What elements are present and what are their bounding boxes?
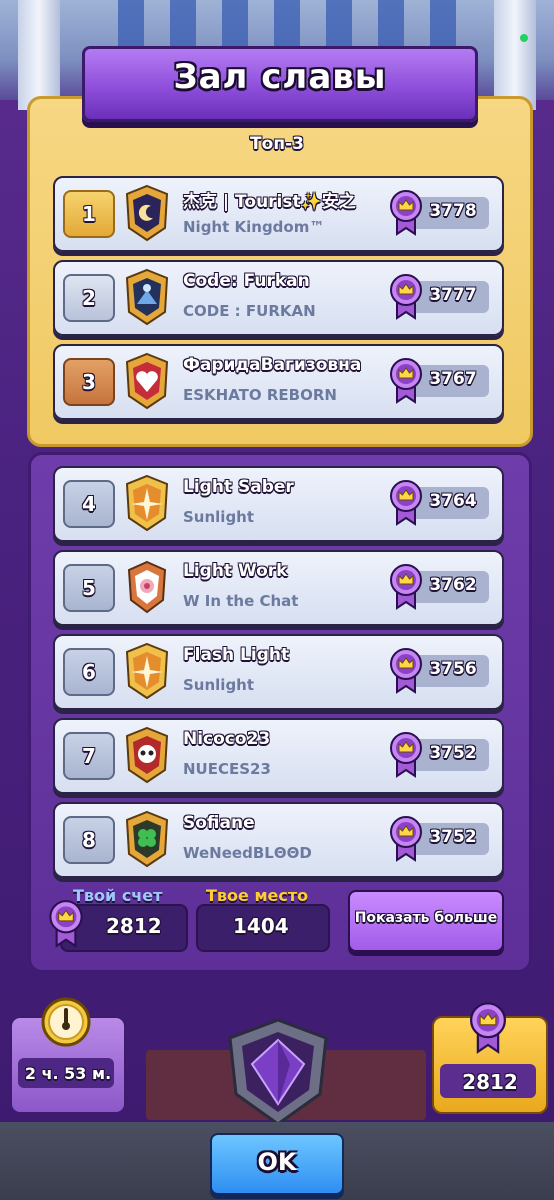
player-name: Light Work [183, 561, 288, 581]
trophy-count-box: 3752 [389, 730, 491, 778]
trophy-count: 2812 [462, 1070, 518, 1094]
trophy-icon [390, 274, 422, 320]
trophy-icon [390, 190, 422, 236]
leaderboard-row[interactable]: 1 杰克 | Tourist✨安之 Night Kingdom™ 3778 [53, 176, 504, 252]
leaderboard-row[interactable]: 2 Code: Furkan CODE : FURKAN 3777 [53, 260, 504, 336]
clan-name: ESKHATO REBORN [183, 386, 337, 404]
rank-number: 1 [63, 190, 115, 238]
clan-badge-icon [125, 184, 169, 242]
trophy-count-box: 3777 [389, 272, 491, 320]
trophy-value: 3756 [429, 659, 477, 679]
clan-badge-icon [125, 642, 169, 700]
trophy-icon [49, 900, 83, 948]
player-name: Nicoco23 [183, 729, 271, 749]
your-score-label: Твой счет [73, 886, 163, 905]
trophy-count-box: 3764 [389, 478, 491, 526]
top3-label: Топ-3 [250, 134, 304, 154]
show-more-button[interactable]: Показать больше [348, 890, 504, 952]
leaderboard-row[interactable]: 7 Nicoco23 NUECES23 3752 [53, 718, 504, 794]
clan-badge-icon [125, 810, 169, 868]
trophy-count-box: 3752 [389, 814, 491, 862]
trophy-value: 3762 [429, 575, 477, 595]
player-name: Code: Furkan [183, 271, 310, 291]
show-more-label: Показать больше [354, 910, 498, 926]
clock-icon [41, 997, 91, 1047]
trophy-icon [390, 564, 422, 610]
rank-number: 3 [63, 358, 115, 406]
your-place-value: 1404 [233, 914, 289, 938]
trophy-value: 3752 [429, 743, 477, 763]
player-name: Sofiane [183, 813, 255, 833]
trophy-icon [390, 480, 422, 526]
trophy-icon [470, 1002, 506, 1054]
leaderboard-row[interactable]: 4 Light Saber Sunlight 3764 [53, 466, 504, 542]
clan-badge-icon [125, 474, 169, 532]
your-score-value: 2812 [106, 914, 162, 938]
clan-name: W In the Chat [183, 592, 299, 610]
clan-name: WeNeedBLΘΘD [183, 844, 312, 862]
player-name: 杰克 | Tourist✨安之 [183, 192, 356, 212]
status-dot [520, 34, 528, 42]
clan-badge-icon [127, 560, 167, 614]
clan-name: Sunlight [183, 676, 255, 694]
rank-number: 8 [63, 816, 115, 864]
trophy-value: 3764 [429, 491, 477, 511]
leaderboard-row[interactable]: 3 ФаридаВагизовна ESKHATO REBORN 3767 [53, 344, 504, 420]
trophy-value: 3778 [429, 201, 477, 221]
clan-name: Night Kingdom™ [183, 218, 325, 236]
page-title: Зал славы [173, 57, 387, 97]
pillar-left [18, 0, 60, 110]
clan-badge-icon [125, 268, 169, 326]
ok-button[interactable]: OK [210, 1133, 344, 1195]
leaderboard-row[interactable]: 5 Light Work W In the Chat 3762 [53, 550, 504, 626]
player-name: Light Saber [183, 477, 294, 497]
pillar-right [494, 0, 536, 110]
trophy-count-box: 3778 [389, 188, 491, 236]
player-name: ФаридаВагизовна [183, 355, 362, 375]
trophy-count-box: 3756 [389, 646, 491, 694]
leaderboard-row[interactable]: 6 Flash Light Sunlight 3756 [53, 634, 504, 710]
rank-number: 5 [63, 564, 115, 612]
trophy-count-box: 3762 [389, 562, 491, 610]
clan-badge-icon [125, 352, 169, 410]
trophy-icon [390, 358, 422, 404]
trophy-icon [390, 732, 422, 778]
clan-name: CODE : FURKAN [183, 302, 316, 320]
leaderboard-row[interactable]: 8 Sofiane WeNeedBLΘΘD 3752 [53, 802, 504, 878]
trophy-value: 3777 [429, 285, 477, 305]
timer-text: 2 ч. 53 м. [24, 1064, 112, 1083]
rank-number: 2 [63, 274, 115, 322]
trophy-icon [390, 816, 422, 862]
title-banner: Зал славы [82, 46, 478, 122]
trophy-value: 3767 [429, 369, 477, 389]
player-name: Flash Light [183, 645, 290, 665]
league-shield-icon [228, 1018, 328, 1126]
trophy-value: 3752 [429, 827, 477, 847]
your-place-label: Твое место [206, 886, 309, 905]
clan-name: NUECES23 [183, 760, 271, 778]
trophy-count-box: 3767 [389, 356, 491, 404]
trophy-icon [390, 648, 422, 694]
rank-number: 4 [63, 480, 115, 528]
rank-number: 6 [63, 648, 115, 696]
clan-badge-icon [125, 726, 169, 784]
ok-label: OK [257, 1148, 297, 1176]
rank-number: 7 [63, 732, 115, 780]
clan-name: Sunlight [183, 508, 255, 526]
